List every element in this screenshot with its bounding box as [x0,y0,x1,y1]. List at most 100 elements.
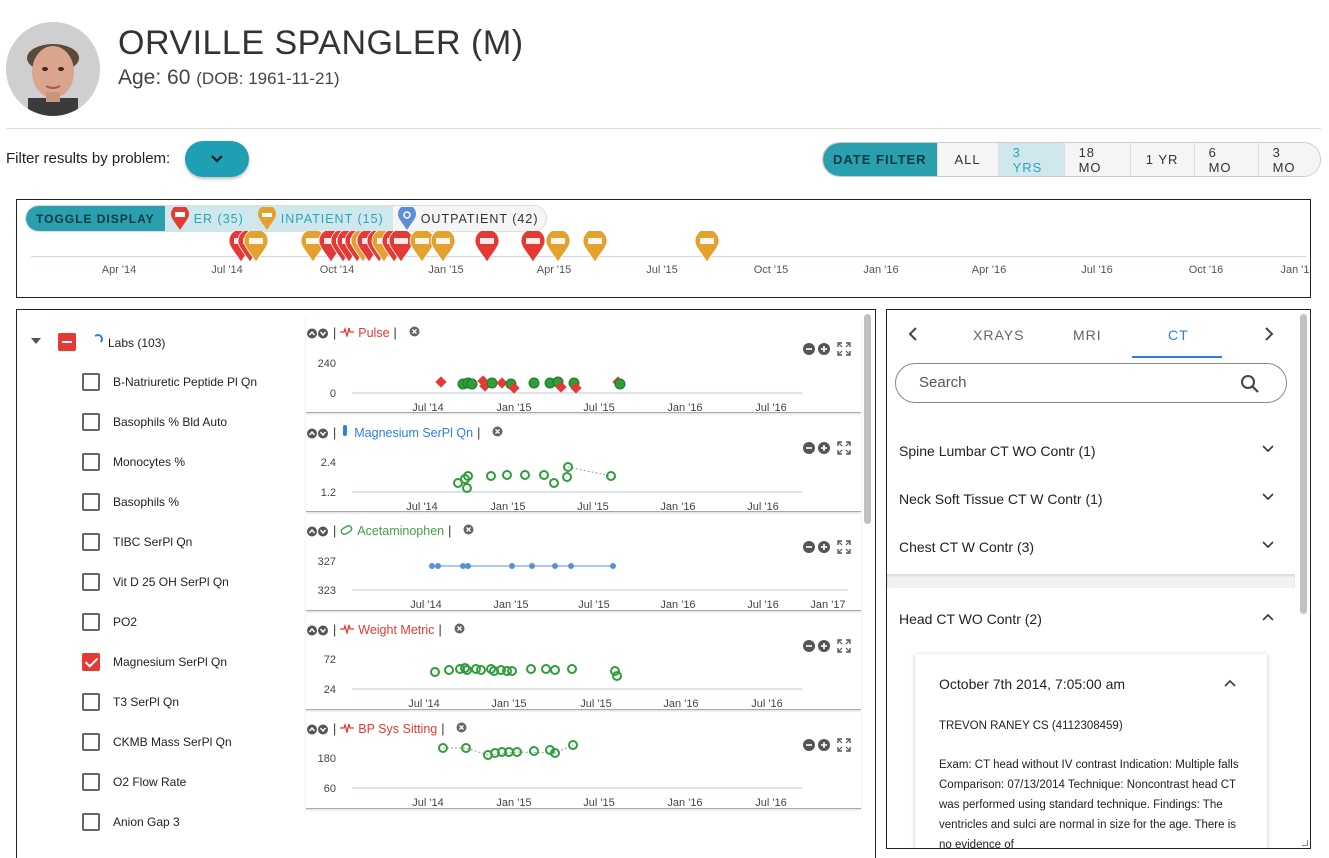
data-point [606,471,616,481]
charts-area: | Pulse | 240 0 Jul '14 Jan '15 Jul '15 Jan '16 J… [306,316,861,858]
toggle-inpatient[interactable]: INPATIENT (15) [251,206,392,231]
y-tick-label: 24 [324,684,336,696]
lab-checkbox[interactable] [82,653,100,671]
data-point [435,563,441,569]
chart-plot: 72 24 Jul '14 Jan '15 Jul '15 Jan '16 Jul '16 [324,654,802,710]
lab-checkbox[interactable] [82,693,100,711]
inpatient-encounter-marker[interactable] [430,228,456,263]
problem-filter-button[interactable] [185,141,249,177]
tab-ct[interactable]: CT [1168,327,1189,343]
chevron-left-icon[interactable] [907,326,919,342]
report-date: October 7th 2014, 7:05:00 am [939,676,1126,692]
lab-checkbox[interactable] [82,613,100,631]
section-title: Neck Soft Tissue CT W Contr (1) [899,491,1103,507]
x-tick-label: Jan '15 [493,599,528,611]
x-tick-label: Jul '16 [751,698,782,710]
inpatient-encounter-marker[interactable] [582,228,608,263]
y-tick-label: 60 [324,783,336,795]
er-encounter-marker[interactable] [474,228,500,263]
lab-checkbox[interactable] [82,413,100,431]
toggle-er[interactable]: ER (35) [164,206,252,231]
lab-checkbox[interactable] [82,773,100,791]
lab-checkbox[interactable] [82,573,100,591]
timeline-tick: Oct '16 [1188,264,1224,276]
toggle-outpatient[interactable]: OUTPATIENT (42) [391,206,547,231]
lab-item-label: CKMB Mass SerPl Qn [113,735,232,749]
data-point [568,563,574,569]
lab-checkbox[interactable] [82,733,100,751]
ct-section-head[interactable]: Head CT WO Contr (2) [887,596,1295,644]
lab-item-label: PO2 [113,615,138,629]
lab-item[interactable]: Vit D 25 OH SerPl Qn [82,573,229,591]
lab-item[interactable]: Anion Gap 3 [82,813,180,831]
lab-checkbox[interactable] [82,813,100,831]
caret-down-icon[interactable] [31,338,41,344]
ambulance-icon [170,206,189,230]
ct-section-neck-soft-tissue[interactable]: Neck Soft Tissue CT W Contr (1) [887,476,1295,524]
date-filter-label: DATE FILTER [823,143,937,176]
ct-section-spine-lumbar[interactable]: Spine Lumbar CT WO Contr (1) [887,428,1295,476]
date-option-all[interactable]: ALL [936,143,998,176]
lab-item[interactable]: Basophils % [82,493,179,511]
section-separator [887,574,1295,588]
lab-checkbox[interactable] [82,493,100,511]
timeline-tick: Apr '15 [536,264,572,276]
inpatient-encounter-marker[interactable] [545,228,571,263]
date-option-1yr[interactable]: 1 YR [1129,143,1194,176]
lab-checkbox[interactable] [82,533,100,551]
lab-item[interactable]: Monocytes % [82,453,185,471]
timeline-tick: Apr '16 [971,264,1007,276]
lab-item[interactable]: TIBC SerPl Qn [82,533,192,551]
tab-mri[interactable]: MRI [1073,327,1102,343]
search-icon[interactable] [1240,374,1260,394]
date-option-18mo[interactable]: 18 MO [1063,143,1130,176]
lab-item[interactable]: PO2 [82,613,137,631]
x-tick-label: Jul '14 [410,599,441,611]
x-tick-label: Jul '15 [577,501,608,512]
chevron-up-icon[interactable] [1223,678,1237,688]
chevron-right-icon[interactable] [1263,326,1275,342]
lab-item[interactable]: B-Natriuretic Peptide Pl Qn [82,373,257,391]
scrollbar[interactable] [864,314,871,524]
tab-xrays[interactable]: XRAYS [973,327,1024,343]
data-point [486,377,498,389]
x-tick-label: Jan '16 [667,797,702,809]
x-tick-label: Jan '16 [660,599,695,611]
toggle-outpatient-label: OUTPATIENT (42) [420,211,539,226]
scrollbar[interactable] [1300,314,1307,614]
ct-section-chest[interactable]: Chest CT W Contr (3) [887,524,1295,572]
timeline-tick: Jan '15 [428,264,464,276]
timeline-tick: Jan '16 [863,264,899,276]
data-point [610,666,620,676]
toggle-display-button[interactable]: TOGGLE DISPLAY [26,206,165,231]
date-option-3mo[interactable]: 3 MO [1257,143,1320,176]
chevron-down-icon [1262,493,1274,501]
date-option-6mo[interactable]: 6 MO [1193,143,1258,176]
lab-item[interactable]: T3 SerPl Qn [82,693,179,711]
resize-handle[interactable] [1302,840,1308,846]
lab-item[interactable]: O2 Flow Rate [82,773,186,791]
data-point [562,472,572,482]
x-tick-label: Jul '16 [747,501,778,512]
lab-item[interactable]: Magnesium SerPl Qn [82,653,227,671]
lab-item[interactable]: CKMB Mass SerPl Qn [82,733,232,751]
chart-panel: | Acetaminophen | 327 323 Jul '14 Jan '15 Jul '… [306,514,861,611]
inpatient-encounter-marker[interactable] [243,228,269,263]
lab-item[interactable]: Basophils % Bld Auto [82,413,227,431]
lab-item-label: O2 Flow Rate [113,775,187,789]
search-input[interactable] [919,374,1239,391]
lab-checkbox[interactable] [82,453,100,471]
date-option-3yrs[interactable]: 3 YRS [997,143,1064,176]
chart-plot: 240 0 Jul '14 Jan '15 Jul '15 Jan '16 Jul '16 [318,358,802,413]
lab-item-label: Anion Gap 3 [113,815,180,829]
lab-checkbox[interactable] [82,373,100,391]
labs-group-checkbox[interactable] [58,333,76,351]
section-title: Chest CT W Contr (3) [899,539,1035,555]
report-author: TREVON RANEY CS (4112308459) [939,720,1123,732]
er-encounter-marker[interactable] [520,228,546,263]
x-tick-label: Jan '16 [663,698,698,710]
x-tick-label: Jul '15 [583,797,614,809]
inpatient-encounter-marker[interactable] [694,228,720,263]
lab-item-label: TIBC SerPl Qn [113,535,193,549]
x-tick-label: Jan '15 [491,698,526,710]
